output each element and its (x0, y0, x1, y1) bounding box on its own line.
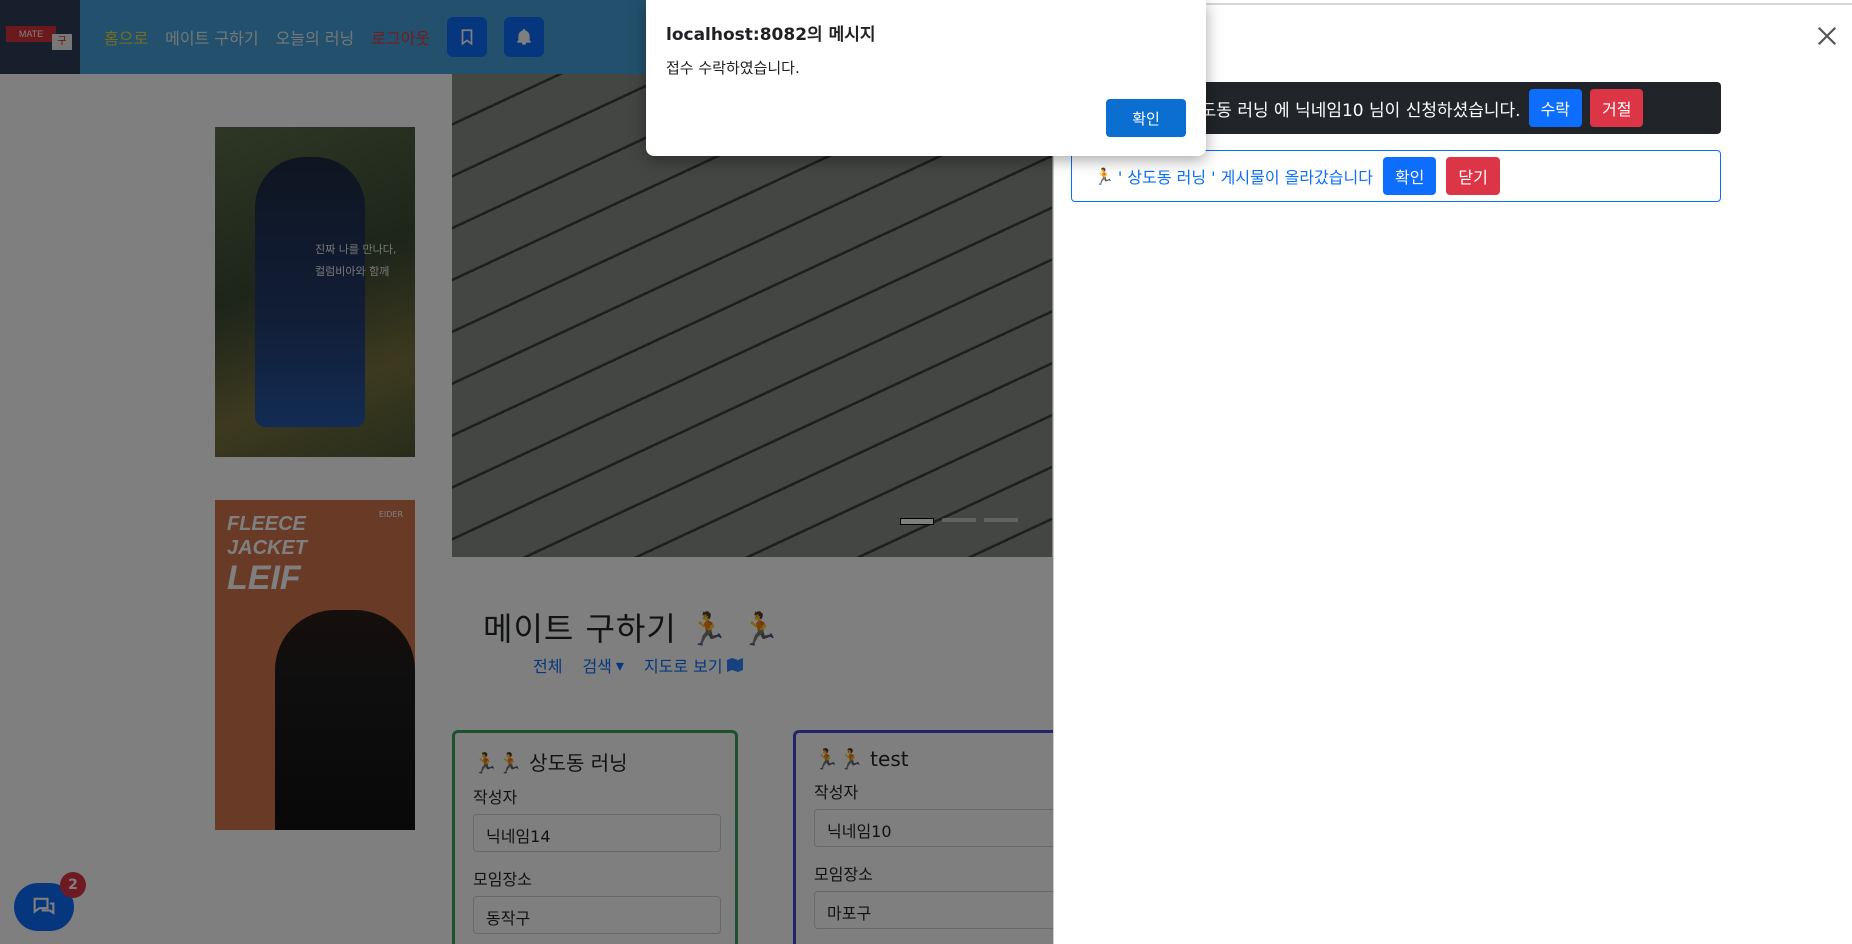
runner-icon: 🏃 (1094, 166, 1114, 186)
confirm-button[interactable]: 확인 (1382, 157, 1437, 195)
dialog-message: 접수 수락하였습니다. (666, 59, 800, 77)
dialog-ok-button[interactable]: 확인 (1106, 99, 1186, 137)
dismiss-button[interactable]: 닫기 (1446, 157, 1500, 195)
accept-button[interactable]: 수락 (1528, 89, 1583, 127)
close-icon[interactable] (1816, 25, 1838, 47)
dialog-title: localhost:8082의 메시지 (666, 25, 876, 45)
notification-apply-text: 상도동 러닝 에 닉네임10 님이 신청하셨습니다. (1185, 100, 1521, 121)
notification-post-text: ' 상도동 러닝 ' 게시물이 올라갔습니다 (1117, 168, 1373, 187)
alert-dialog: localhost:8082의 메시지 접수 수락하였습니다. 확인 (646, 0, 1206, 156)
reject-button[interactable]: 거절 (1590, 89, 1644, 127)
notification-post: 🏃 ' 상도동 러닝 ' 게시물이 올라갔습니다 확인 닫기 (1071, 150, 1721, 202)
